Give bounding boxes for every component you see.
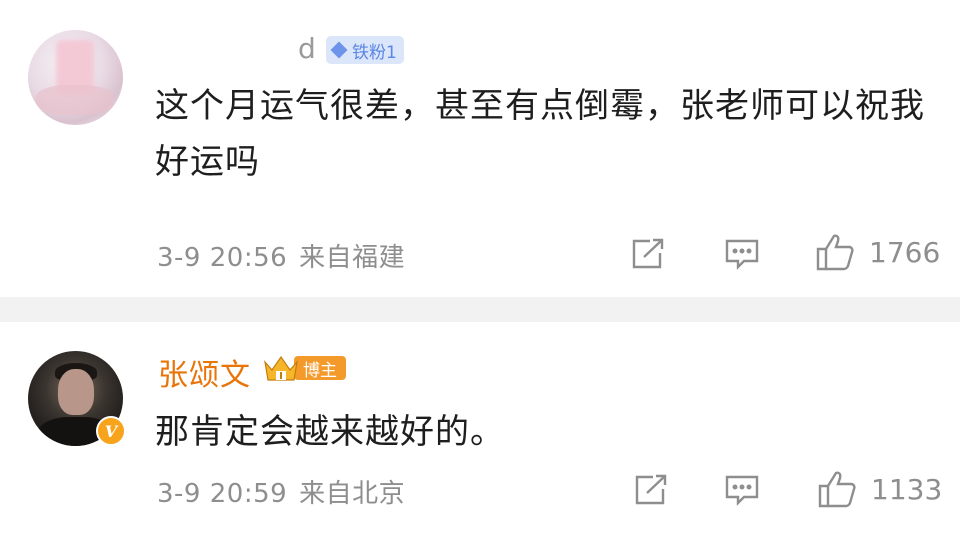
blogger-badge[interactable]: 博主 <box>262 353 346 383</box>
fan-badge[interactable]: 铁粉1 <box>326 36 404 64</box>
comment-location: 来自福建 <box>299 243 406 273</box>
like-icon <box>816 234 854 271</box>
fan-badge-label: 铁粉1 <box>352 42 397 63</box>
blogger-badge-label: 博主 <box>294 356 346 381</box>
crown-icon <box>262 353 300 383</box>
username[interactable]: 张颂文 <box>158 350 251 394</box>
share-icon <box>632 238 664 269</box>
like-button[interactable]: 1766 <box>815 232 940 272</box>
username-redacted <box>155 35 295 69</box>
share-button[interactable] <box>630 237 666 271</box>
comment-meta: 3-9 20:56 来自福建 <box>157 237 405 274</box>
reply-button[interactable] <box>724 237 760 271</box>
avatar[interactable] <box>28 30 123 125</box>
share-button[interactable] <box>633 473 669 507</box>
like-icon <box>818 471 856 508</box>
comment-text: 这个月运气很差，甚至有点倒霉，张老师可以祝我好运吗 <box>155 86 925 182</box>
comment-item: d 铁粉1 这个月运气很差，甚至有点倒霉，张老师可以祝我好运吗 3-9 20:5… <box>0 0 960 297</box>
comment-date: 3-9 20:59 <box>157 479 288 509</box>
comment-location: 来自北京 <box>299 479 406 509</box>
like-count: 1766 <box>869 235 941 269</box>
comment-meta: 3-9 20:59 来自北京 <box>157 473 405 510</box>
share-icon <box>635 474 667 505</box>
comment-item: 张颂文 博主 那肯定会越来越好的。 3-9 20:59 来自北京 1133 <box>0 322 960 533</box>
avatar-detail <box>36 85 114 115</box>
comment-date: 3-9 20:56 <box>157 243 288 273</box>
comment-icon <box>725 239 759 270</box>
comment-text: 那肯定会越来越好的。 <box>155 412 505 452</box>
diamond-icon <box>330 41 348 59</box>
reply-button[interactable] <box>724 473 760 507</box>
username[interactable]: d <box>298 32 316 65</box>
avatar-detail <box>58 369 94 415</box>
like-button[interactable]: 1133 <box>817 469 942 509</box>
like-count: 1133 <box>871 472 943 506</box>
comment-icon <box>725 475 759 506</box>
verified-badge-icon: V <box>96 416 126 446</box>
comment-separator <box>0 297 960 322</box>
